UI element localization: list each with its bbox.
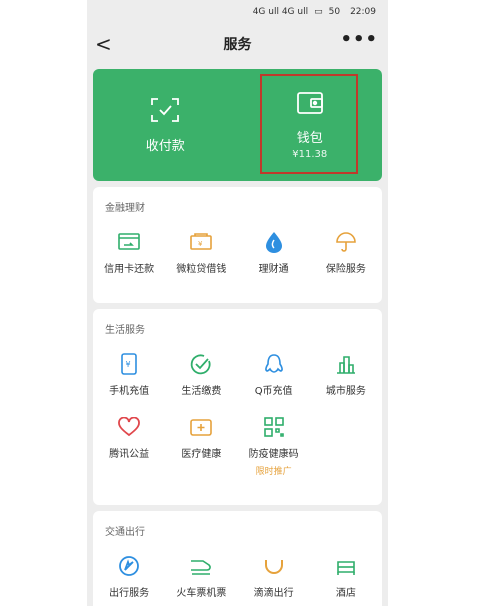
travel-section: 交通出行 出行服务 火车票机票 滴滴出行 酒店 xyxy=(93,511,382,606)
phone-screen: 4G ull 4G ull ▭ 50 22:09 < 服务 ••• 收付款 钱包… xyxy=(87,0,388,606)
didi-item[interactable]: 滴滴出行 xyxy=(238,554,310,599)
section-title: 交通出行 xyxy=(105,527,145,538)
item-label: 理财通 xyxy=(258,264,289,275)
pay-receive-button[interactable]: 收付款 xyxy=(93,69,238,181)
section-title: 金融理财 xyxy=(105,203,145,214)
finance-section: 金融理财 信用卡还款 ¥ 微粒贷借钱 理财通 保险服务 xyxy=(93,187,382,303)
item-label: 医疗健康 xyxy=(181,449,222,460)
back-button[interactable]: < xyxy=(95,32,112,56)
credit-card-icon xyxy=(117,230,141,254)
hotel-item[interactable]: 酒店 xyxy=(310,554,382,599)
more-options-button[interactable]: ••• xyxy=(340,29,378,50)
item-label: 防疫健康码 xyxy=(248,449,299,460)
pay-receive-label: 收付款 xyxy=(145,138,185,154)
city-service-item[interactable]: 城市服务 xyxy=(310,352,382,397)
phone-icon: ¥ xyxy=(117,352,141,376)
check-circle-icon xyxy=(189,352,213,376)
top-actions-card: 收付款 钱包 ¥11.38 xyxy=(93,69,382,181)
train-flight-item[interactable]: 火车票机票 xyxy=(165,554,237,599)
battery-icon: ▭ xyxy=(314,7,323,17)
promo-tag: 限时推广 xyxy=(255,467,292,477)
medical-plus-icon xyxy=(189,415,213,439)
city-building-icon xyxy=(334,352,358,376)
loan-card-icon: ¥ xyxy=(189,230,213,254)
umbrella-icon xyxy=(334,230,358,254)
svg-text:¥: ¥ xyxy=(198,240,203,248)
item-label: 手机充值 xyxy=(109,386,150,397)
insurance-item[interactable]: 保险服务 xyxy=(310,230,382,275)
signal-indicator: 4G ull 4G ull xyxy=(252,7,309,17)
didi-icon xyxy=(262,554,286,578)
heart-icon xyxy=(117,415,141,439)
item-label: 火车票机票 xyxy=(176,588,227,599)
weilidai-item[interactable]: ¥ 微粒贷借钱 xyxy=(165,230,237,275)
item-label: 腾讯公益 xyxy=(109,449,150,460)
life-section: 生活服务 ¥ 手机充值 生活缴费 Q币充值 城市服务 腾讯公益 医疗健康 防疫健… xyxy=(93,309,382,505)
battery-level: 50 xyxy=(328,7,341,17)
item-label: 生活缴费 xyxy=(181,386,222,397)
item-label: 城市服务 xyxy=(325,386,366,397)
train-icon xyxy=(189,554,213,578)
licaitong-item[interactable]: 理财通 xyxy=(238,230,310,275)
page-title: 服务 xyxy=(223,37,252,53)
medical-health-item[interactable]: 医疗健康 xyxy=(165,415,237,477)
tencent-charity-item[interactable]: 腾讯公益 xyxy=(93,415,165,477)
item-label: 信用卡还款 xyxy=(104,264,155,275)
section-title: 生活服务 xyxy=(105,325,145,336)
item-label: Q币充值 xyxy=(254,386,293,397)
phone-recharge-item[interactable]: ¥ 手机充值 xyxy=(93,352,165,397)
wallet-balance: ¥11.38 xyxy=(292,148,328,160)
item-label: 保险服务 xyxy=(325,264,366,275)
utility-pay-item[interactable]: 生活缴费 xyxy=(165,352,237,397)
clock: 22:09 xyxy=(350,7,376,17)
item-label: 酒店 xyxy=(335,588,356,599)
qr-code-icon xyxy=(262,415,286,439)
wealth-drop-icon xyxy=(262,230,286,254)
scan-pay-icon xyxy=(150,97,180,127)
travel-service-item[interactable]: 出行服务 xyxy=(93,554,165,599)
status-bar: 4G ull 4G ull ▭ 50 22:09 xyxy=(87,0,388,24)
item-label: 滴滴出行 xyxy=(253,588,294,599)
item-label: 微粒贷借钱 xyxy=(176,264,227,275)
wallet-button[interactable]: 钱包 ¥11.38 xyxy=(238,69,383,181)
hotel-bed-icon xyxy=(334,554,358,578)
health-code-item[interactable]: 防疫健康码 限时推广 xyxy=(238,415,310,477)
navigation-icon xyxy=(117,554,141,578)
svg-text:¥: ¥ xyxy=(126,360,131,369)
item-label: 出行服务 xyxy=(109,588,150,599)
top-navbar: < 服务 ••• xyxy=(87,24,388,64)
credit-card-repay-item[interactable]: 信用卡还款 xyxy=(93,230,165,275)
qcoin-recharge-item[interactable]: Q币充值 xyxy=(238,352,310,397)
penguin-icon xyxy=(262,352,286,376)
